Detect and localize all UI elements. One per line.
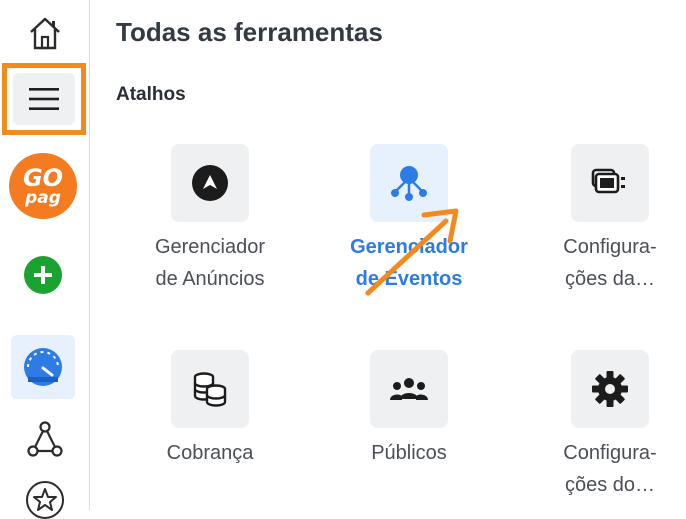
audiences-tile[interactable] — [370, 350, 448, 428]
network-icon[interactable] — [0, 418, 89, 460]
tool-audiences[interactable]: Públicos — [319, 350, 499, 469]
section-title-shortcuts: Atalhos — [116, 84, 186, 105]
gauge-button[interactable] — [11, 335, 75, 399]
ads-manager-icon — [192, 165, 228, 201]
audiences-icon — [390, 378, 428, 400]
settings-gear-icon — [592, 371, 628, 407]
home-icon[interactable] — [0, 13, 89, 53]
ads-manager-label: Gerenciador de Anúncios — [154, 236, 266, 290]
gauge-icon — [24, 348, 62, 386]
billing-icon — [193, 372, 227, 407]
menu-button[interactable] — [13, 73, 75, 125]
business-settings-icon — [591, 168, 625, 194]
tool-settings[interactable]: Configura- ções do… — [520, 350, 686, 501]
business-settings-tile[interactable] — [571, 144, 649, 222]
ads-manager-tile[interactable] — [171, 144, 249, 222]
tool-business-settings[interactable]: Configura- ções da… — [520, 144, 686, 295]
audiences-label: Públicos — [371, 442, 447, 464]
plus-icon[interactable] — [24, 256, 62, 294]
settings-tile[interactable] — [571, 350, 649, 428]
business-settings-label: Configura- ções da… — [563, 236, 657, 290]
billing-label: Cobrança — [166, 442, 254, 464]
settings-label: Configura- ções do… — [563, 442, 657, 496]
events-manager-icon — [391, 166, 427, 201]
annotation-arrow — [365, 208, 459, 296]
gopag-logo[interactable]: GO pag — [9, 153, 77, 219]
menu-icon — [29, 88, 59, 110]
gopag-logo-bottom: pag — [24, 188, 61, 208]
sidebar: GO pag — [0, 0, 90, 519]
tool-billing[interactable]: Cobrança — [120, 350, 300, 469]
page-title: Todas as ferramentas — [116, 17, 383, 47]
billing-tile[interactable] — [171, 350, 249, 428]
tool-ads-manager[interactable]: Gerenciador de Anúncios — [120, 144, 300, 295]
main-content: Todas as ferramentas Atalhos Gerenciador… — [90, 0, 686, 510]
